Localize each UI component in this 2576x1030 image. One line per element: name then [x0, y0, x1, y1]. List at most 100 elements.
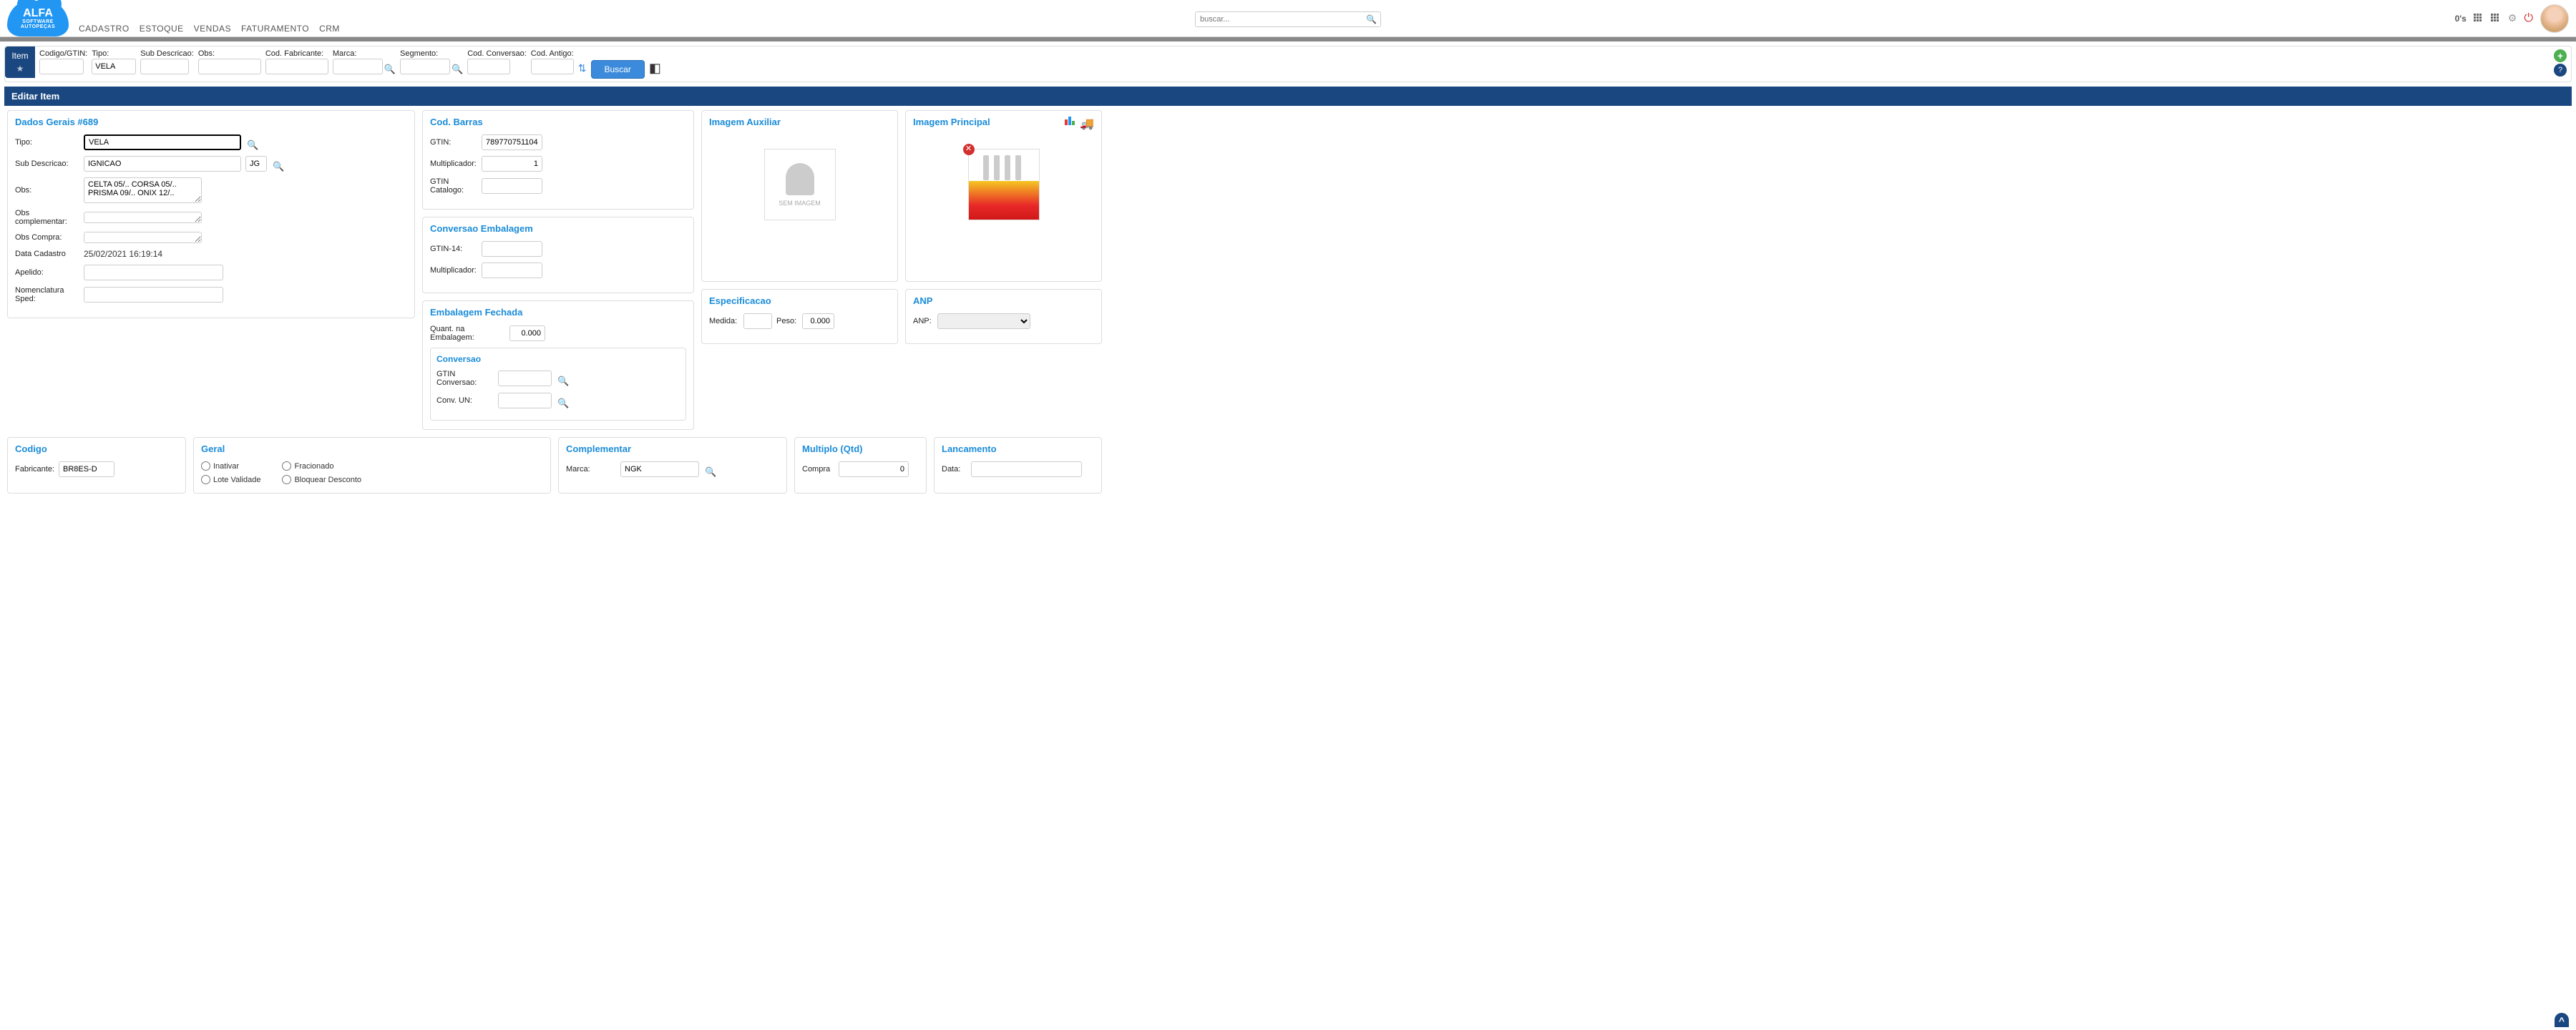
filter-marca-input[interactable] [333, 59, 383, 74]
global-search-input[interactable] [1195, 11, 1381, 27]
lookup-subdesc-icon[interactable]: 🔍 [273, 161, 284, 172]
medida-input[interactable] [743, 313, 772, 329]
gtin-input[interactable] [482, 134, 542, 150]
gtin14-input[interactable] [482, 241, 542, 257]
obscompra-textarea[interactable] [84, 232, 202, 243]
nav-vendas[interactable]: VENDAS [194, 24, 231, 34]
gtin-cat-label: GTIN Catalogo: [430, 177, 477, 195]
subdesc-input[interactable] [84, 156, 241, 172]
help-icon[interactable]: ? [2554, 64, 2567, 77]
comp-marca-input[interactable] [620, 461, 699, 477]
gtin-conv-label: GTIN Conversao: [436, 370, 494, 387]
anp-panel: ANP ANP: [905, 289, 1102, 344]
filter-tipo-input[interactable] [92, 59, 136, 74]
complementar-title: Complementar [566, 443, 779, 454]
delete-image-icon[interactable]: ✕ [963, 144, 975, 155]
divider-bar [0, 37, 2576, 41]
conv-mult-input[interactable] [482, 263, 542, 278]
peso-input[interactable] [802, 313, 834, 329]
item-tab[interactable]: Item ★ [5, 46, 35, 78]
global-search-wrap: 🔍 [1195, 11, 1381, 27]
gtin-mult-input[interactable] [482, 156, 542, 172]
grid-icon-1[interactable] [2474, 14, 2484, 24]
conv-un-label: Conv. UN: [436, 396, 494, 405]
mult-compra-input[interactable] [839, 461, 909, 477]
dados-gerais-title: Dados Gerais #689 [15, 117, 407, 127]
medida-label: Medida: [709, 317, 739, 325]
star-icon[interactable]: ★ [16, 64, 24, 74]
geral-panel: Geral Inativar Lote Validade Fracionado … [193, 437, 551, 494]
radio-lote[interactable] [201, 475, 210, 484]
lookup-convun-icon[interactable]: 🔍 [557, 398, 569, 409]
quant-emb-input[interactable] [509, 325, 545, 341]
nav-faturamento[interactable]: FATURAMENTO [241, 24, 309, 34]
main-nav: CADASTRO ESTOQUE VENDAS FATURAMENTO CRM [79, 24, 340, 34]
tipo-label: Tipo: [15, 138, 79, 147]
apelido-input[interactable] [84, 265, 223, 280]
lanc-data-input[interactable] [971, 461, 1082, 477]
radio-fracionado[interactable] [282, 461, 291, 471]
search-icon[interactable]: 🔍 [1366, 14, 1377, 24]
no-image-placeholder[interactable]: SEM IMAGEM [764, 149, 836, 220]
avatar[interactable] [2540, 4, 2569, 33]
page-title: Editar Item [4, 87, 2572, 106]
eraser-icon[interactable]: ◧ [649, 61, 661, 76]
lookup-gtinconv-icon[interactable]: 🔍 [557, 376, 569, 387]
especificacao-panel: Especificacao Medida: Peso: [701, 289, 898, 344]
obscomp-textarea[interactable] [84, 212, 202, 223]
toggle-filter-icon[interactable]: ⇅ [578, 62, 587, 74]
logo[interactable]: ALFA SOFTWARE AUTOPEÇAS [7, 1, 69, 36]
lookup-segmento-icon[interactable]: 🔍 [452, 64, 463, 75]
buscar-button[interactable]: Buscar [591, 60, 645, 79]
nav-cadastro[interactable]: CADASTRO [79, 24, 130, 34]
radio-inativar-label: Inativar [213, 462, 239, 471]
radio-fracionado-label: Fracionado [294, 462, 333, 471]
obs-textarea[interactable]: CELTA 05/.. CORSA 05/.. PRISMA 09/.. ONI… [84, 177, 202, 203]
nomencl-input[interactable] [84, 287, 223, 303]
embalagem-fechada-panel: Embalagem Fechada Quant. na Embalagem: C… [422, 300, 694, 430]
brand-name: ALFA [23, 7, 53, 19]
mult-compra-label: Compra [802, 465, 834, 474]
filter-codigo-gtin-label: Codigo/GTIN: [39, 49, 87, 58]
lookup-tipo-icon[interactable]: 🔍 [247, 139, 258, 151]
conv-un-input[interactable] [498, 393, 552, 408]
filter-segmento-label: Segmento: [400, 49, 463, 58]
nav-crm[interactable]: CRM [319, 24, 340, 34]
peso-label: Peso: [776, 317, 798, 325]
nav-estoque[interactable]: ESTOQUE [140, 24, 184, 34]
conversao-emb-title: Conversao Embalagem [430, 223, 686, 234]
codigo-title: Codigo [15, 443, 178, 454]
datacad-label: Data Cadastro [15, 250, 79, 258]
add-icon[interactable]: + [2554, 49, 2567, 62]
radio-inativar[interactable] [201, 461, 210, 471]
chart-icon[interactable] [1065, 117, 1075, 131]
filter-codant-input[interactable] [531, 59, 574, 74]
lookup-marca-icon[interactable]: 🔍 [384, 64, 396, 75]
product-image[interactable]: ✕ [968, 149, 1040, 220]
grid-icon-2[interactable] [2491, 14, 2501, 24]
tipo-input[interactable] [84, 134, 241, 150]
conversao-emb-panel: Conversao Embalagem GTIN-14: Multiplicad… [422, 217, 694, 293]
radio-bloquear[interactable] [282, 475, 291, 484]
gtin-cat-input[interactable] [482, 178, 542, 194]
filter-obs-input[interactable] [198, 59, 261, 74]
filter-codconv-input[interactable] [467, 59, 510, 74]
truck-icon[interactable]: 🚚 [1080, 117, 1094, 131]
gtin-conv-input[interactable] [498, 371, 552, 386]
filter-codigo-gtin-input[interactable] [39, 59, 84, 74]
lookup-compmarca-icon[interactable]: 🔍 [705, 466, 716, 478]
gtin-label: GTIN: [430, 138, 477, 147]
subdesc-suffix-input[interactable] [245, 156, 267, 172]
gtin-mult-label: Multiplicador: [430, 160, 477, 168]
filter-segmento-input[interactable] [400, 59, 450, 74]
radio-bloquear-label: Bloquear Desconto [294, 476, 361, 484]
anp-label: ANP: [913, 317, 933, 325]
filter-subdesc-input[interactable] [140, 59, 189, 74]
zeros-label[interactable]: 0's [2455, 14, 2467, 24]
filter-codfab-input[interactable] [265, 59, 328, 74]
info-float-button[interactable]: ^ [2555, 1013, 2569, 1027]
gear-icon[interactable]: ⚙ [2508, 12, 2517, 24]
power-icon[interactable]: ⏻ [2524, 12, 2533, 25]
fabricante-input[interactable] [59, 461, 114, 477]
anp-select[interactable] [937, 313, 1030, 329]
